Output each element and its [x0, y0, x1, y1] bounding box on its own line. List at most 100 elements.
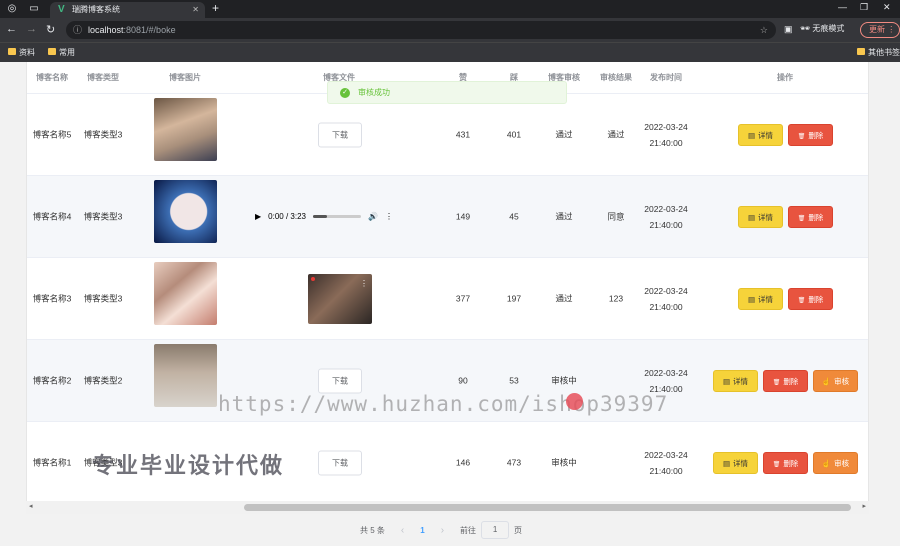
delete-button[interactable]: 删除 — [788, 205, 833, 228]
window-icon[interactable]: ▭ — [28, 3, 40, 15]
cell-review: 通过 — [555, 211, 573, 221]
globe-icon[interactable]: ◎ — [6, 3, 18, 15]
cell-result: 同意 — [607, 211, 625, 221]
cell-review: 审核中 — [551, 375, 577, 385]
minimize-icon[interactable]: — — [838, 2, 847, 12]
blog-image[interactable] — [154, 344, 217, 407]
audio-time: 0:00 / 3:23 — [268, 212, 306, 221]
cell-col6: 473 — [506, 457, 522, 467]
row-actions: 详情 删除 — [738, 205, 833, 228]
cursor-highlight — [566, 393, 583, 410]
horizontal-scrollbar[interactable]: ◂ ▸ — [26, 501, 869, 514]
audio-progress-bar[interactable] — [312, 215, 361, 218]
video-menu-icon[interactable]: ⋮ — [360, 279, 368, 288]
cell-col5: 146 — [455, 457, 471, 467]
page-jumper: 前往 1 页 — [460, 521, 522, 539]
cell-col5: 90 — [458, 375, 468, 385]
download-button[interactable]: 下载 — [318, 122, 362, 147]
browser-tab-strip: ◎ ▭ V 瑞腾博客系统 ✕ + — ❐ ✕ — [0, 0, 900, 18]
cell-name: 博客名称3 — [32, 293, 72, 303]
scrollbar-thumb[interactable] — [244, 504, 851, 511]
cell-name: 博客名称4 — [32, 211, 72, 221]
cell-name: 博客名称5 — [32, 129, 72, 139]
update-button[interactable]: 更新 ⋮ — [860, 22, 900, 38]
detail-button[interactable]: 详情 — [738, 123, 783, 146]
table-row: 博客名称3 博客类型3 ⋮ 377 197 通过 123 2022-03-24 … — [27, 258, 868, 340]
delete-button[interactable]: 删除 — [763, 369, 808, 392]
blog-image[interactable] — [154, 180, 217, 243]
url-input[interactable]: ⓘ localhost:8081/#/boke ☆ — [66, 21, 776, 39]
watermark-slogan: 专业毕业设计代做 — [92, 453, 285, 478]
cell-name: 博客名称2 — [32, 375, 72, 385]
vue-logo-icon: V — [58, 4, 65, 15]
success-toast: ✓ 审核成功 — [327, 81, 567, 104]
volume-icon[interactable]: 🔊 — [368, 212, 378, 221]
blog-image[interactable] — [154, 262, 217, 325]
cell-col5: 149 — [455, 211, 471, 221]
close-window-icon[interactable]: ✕ — [883, 2, 891, 13]
incognito-label[interactable]: 🕶 无痕模式 — [800, 23, 844, 34]
download-button[interactable]: 下载 — [318, 450, 362, 475]
sidepanel-icon[interactable]: ▣ — [784, 24, 793, 35]
prev-page-icon[interactable]: ‹ — [401, 525, 404, 536]
cell-col5: 431 — [455, 129, 471, 139]
goto-label: 前往 — [460, 525, 477, 535]
cell-col6: 53 — [509, 375, 519, 385]
audit-button[interactable]: 审核 — [813, 369, 858, 392]
cell-review: 审核中 — [551, 457, 577, 467]
cell-time: 2022-03-24 21:40:00 — [644, 121, 688, 148]
video-player[interactable]: ⋮ — [308, 273, 372, 324]
cell-review: 通过 — [555, 129, 573, 139]
detail-button[interactable]: 详情 — [738, 287, 783, 310]
detail-button[interactable]: 详情 — [713, 369, 758, 392]
browser-tab[interactable]: V 瑞腾博客系统 ✕ — [50, 2, 205, 18]
page-number[interactable]: 1 — [420, 526, 424, 535]
tab-title: 瑞腾博客系统 — [72, 5, 120, 14]
th-ops: 操作 — [777, 73, 793, 82]
download-button[interactable]: 下载 — [318, 368, 362, 393]
cell-time: 2022-03-24 21:40:00 — [644, 203, 688, 230]
delete-button[interactable]: 删除 — [788, 123, 833, 146]
check-circle-icon: ✓ — [340, 88, 350, 98]
delete-button[interactable]: 删除 — [788, 287, 833, 310]
cell-time: 2022-03-24 21:40:00 — [644, 285, 688, 312]
next-page-icon[interactable]: › — [441, 525, 444, 536]
more-options-icon[interactable]: ⋮ — [385, 212, 393, 221]
close-tab-icon[interactable]: ✕ — [192, 2, 199, 18]
bookmark-folder-changyong[interactable]: 常用 — [48, 47, 75, 58]
cell-col6: 45 — [509, 211, 519, 221]
cell-type: 博客类型3 — [83, 129, 123, 139]
audit-button[interactable]: 审核 — [813, 451, 858, 474]
site-info-icon[interactable]: ⓘ — [73, 21, 82, 39]
bookmark-folder-other[interactable]: 其他书签 — [857, 47, 900, 58]
record-dot-icon — [311, 276, 315, 281]
bookmark-star-icon[interactable]: ☆ — [760, 21, 768, 39]
blog-image[interactable] — [154, 98, 217, 161]
row-actions: 详情 删除 审核 — [713, 369, 858, 392]
scroll-right-icon[interactable]: ▸ — [862, 502, 866, 510]
reload-icon[interactable]: ↻ — [46, 23, 55, 36]
cell-col6: 401 — [506, 129, 522, 139]
cell-type: 博客类型3 — [83, 293, 123, 303]
play-icon[interactable]: ▶ — [255, 212, 261, 221]
bookmark-folder-ziliao[interactable]: 资料 — [8, 47, 35, 58]
forward-icon[interactable]: → — [26, 23, 37, 35]
cell-time: 2022-03-24 21:40:00 — [644, 449, 688, 476]
pagination-total: 共 5 条 — [360, 525, 385, 535]
detail-button[interactable]: 详情 — [738, 205, 783, 228]
blog-table: 博客名称 博客类型 博客图片 博客文件 赞 踩 博客审核 审核结果 发布时间 操… — [26, 62, 869, 514]
row-actions: 详情 删除 审核 — [713, 451, 858, 474]
audio-player[interactable]: ▶ 0:00 / 3:23 🔊 ⋮ — [255, 205, 433, 229]
detail-button[interactable]: 详情 — [713, 451, 758, 474]
url-host: localhost — [88, 25, 124, 35]
table-row: 博客名称4 博客类型3 ▶ 0:00 / 3:23 🔊 ⋮ 149 45 通过 … — [27, 176, 868, 258]
scroll-left-icon[interactable]: ◂ — [29, 502, 33, 510]
cell-review: 通过 — [555, 293, 573, 303]
delete-button[interactable]: 删除 — [763, 451, 808, 474]
new-tab-icon[interactable]: + — [212, 1, 219, 15]
th-result: 审核结果 — [600, 73, 632, 82]
cell-result: 123 — [608, 293, 624, 303]
restore-icon[interactable]: ❐ — [860, 2, 868, 13]
page-jump-input[interactable]: 1 — [481, 521, 510, 539]
back-icon[interactable]: ← — [6, 23, 17, 35]
